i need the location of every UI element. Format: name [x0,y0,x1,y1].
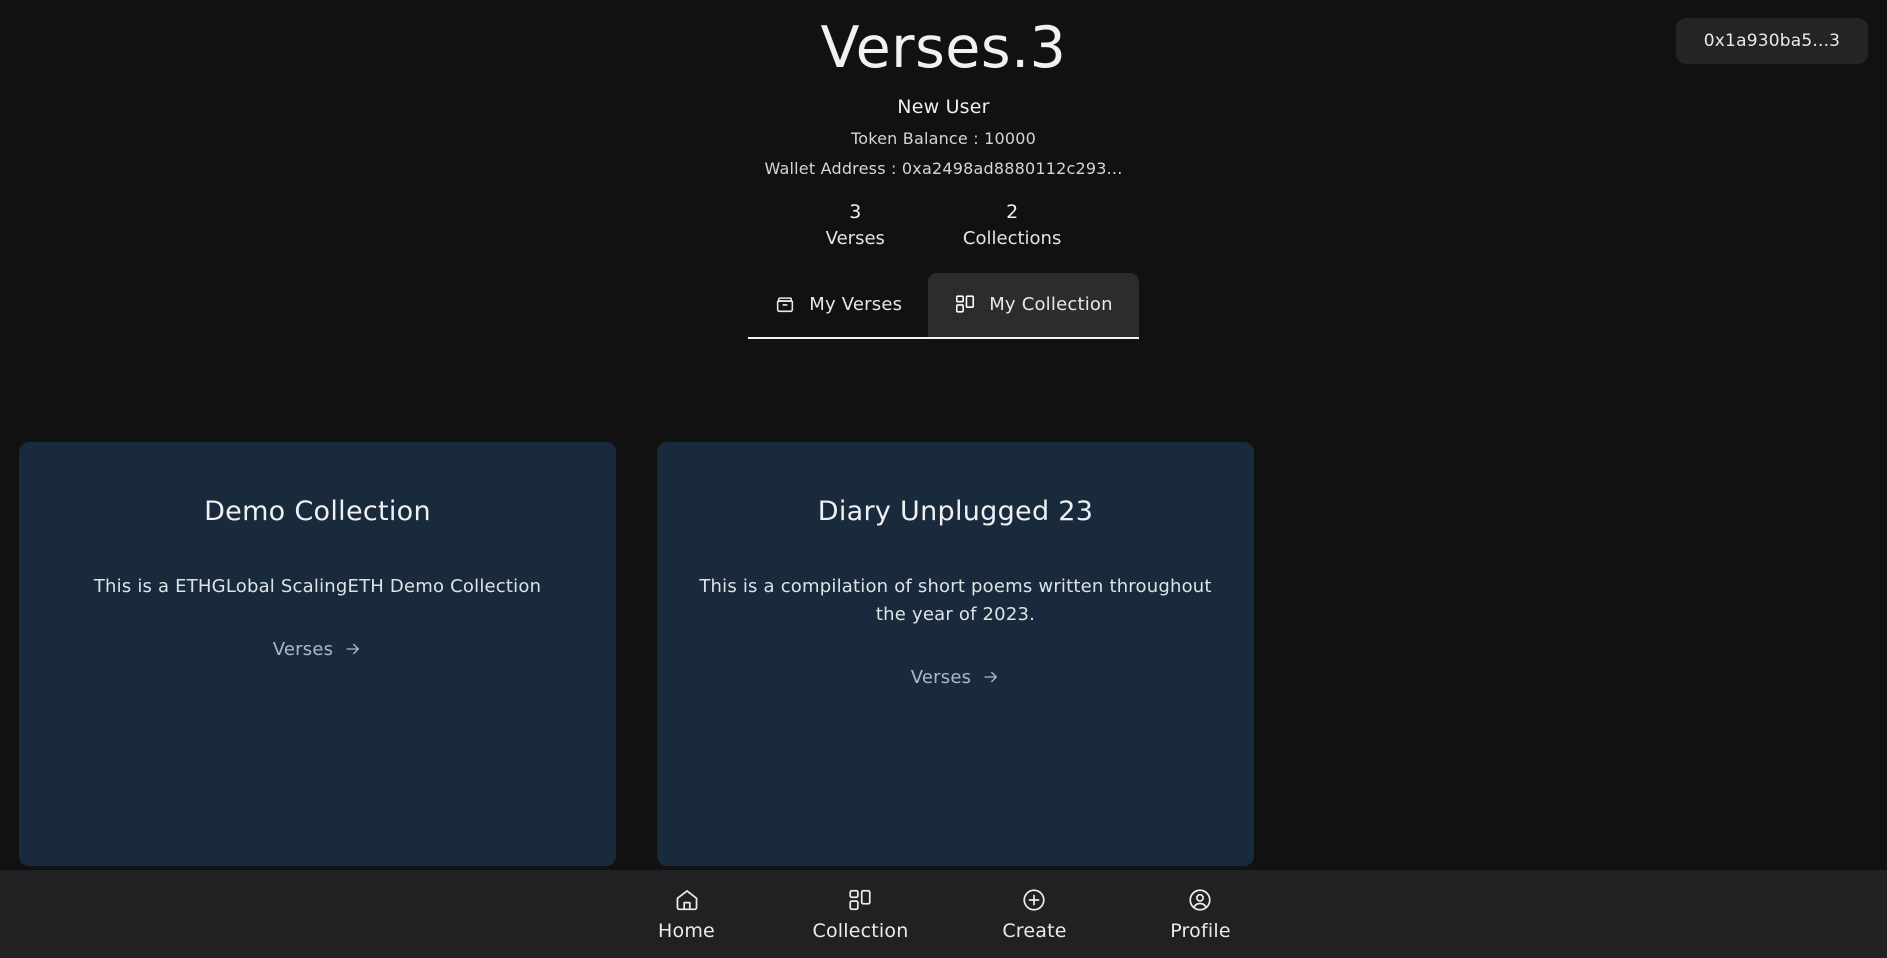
profile-summary: New User Token Balance : 10000 Wallet Ad… [0,96,1887,178]
collections-grid: Demo Collection This is a ETHGLobal Scal… [19,442,1868,866]
nav-item-collection-label: Collection [812,919,909,942]
tab-my-collection-label: My Collection [989,293,1113,315]
collection-card-verses-link-label: Verses [910,666,972,688]
collection-card-verses-link-label: Verses [272,638,334,660]
bottom-navigation: Home Collection Create Profile [0,870,1887,958]
profile-stats: 3 Verses 2 Collections [0,200,1887,253]
nav-item-profile-label: Profile [1170,919,1231,942]
layout-grid-icon [954,293,976,315]
profile-tabs-wrapper: My Verses My Collection [0,273,1887,340]
collection-card[interactable]: Demo Collection This is a ETHGLobal Scal… [19,442,616,866]
tab-my-verses[interactable]: My Verses [748,273,928,337]
tab-my-collection[interactable]: My Collection [928,273,1139,338]
stat-verses[interactable]: 3 Verses [826,200,885,253]
nav-item-create-label: Create [1002,919,1067,942]
nav-item-collection[interactable]: Collection [813,887,909,942]
collection-card-description: This is a ETHGLobal ScalingETH Demo Coll… [93,576,542,598]
profile-wallet-address: Wallet Address : 0xa2498ad8880112c293... [764,158,1123,178]
stat-verses-value: 3 [849,200,862,223]
nav-item-home[interactable]: Home [647,887,727,942]
arrow-right-icon [344,640,362,658]
stat-collections-value: 2 [1006,200,1019,223]
layout-grid-icon [847,887,873,913]
plus-circle-icon [1021,887,1047,913]
profile-username: New User [897,95,990,118]
nav-item-create[interactable]: Create [994,887,1074,942]
stat-verses-label: Verses [825,228,885,250]
collection-card-description: This is a compilation of short poems wri… [699,576,1212,625]
wallet-address-chip[interactable]: 0x1a930ba5...3 [1676,18,1868,64]
wallet-address-chip-label: 0x1a930ba5...3 [1703,31,1841,51]
home-icon [674,887,700,913]
arrow-right-icon [982,668,1000,686]
collection-card-title: Diary Unplugged 23 [817,496,1094,527]
collection-card[interactable]: Diary Unplugged 23 This is a compilation… [657,442,1254,866]
tab-my-verses-label: My Verses [809,293,903,315]
collection-card-title: Demo Collection [204,496,431,527]
user-circle-icon [1187,887,1213,913]
archive-box-icon [774,293,796,315]
page-title: Verses.3 [820,15,1067,81]
stat-collections-label: Collections [962,228,1062,250]
collection-card-verses-link[interactable]: Verses [273,639,362,660]
collection-card-verses-link[interactable]: Verses [911,667,1000,688]
profile-token-balance: Token Balance : 10000 [850,128,1037,148]
nav-item-profile[interactable]: Profile [1160,887,1240,942]
profile-tabs: My Verses My Collection [748,273,1139,340]
nav-item-home-label: Home [658,919,715,942]
stat-collections[interactable]: 2 Collections [963,200,1061,253]
